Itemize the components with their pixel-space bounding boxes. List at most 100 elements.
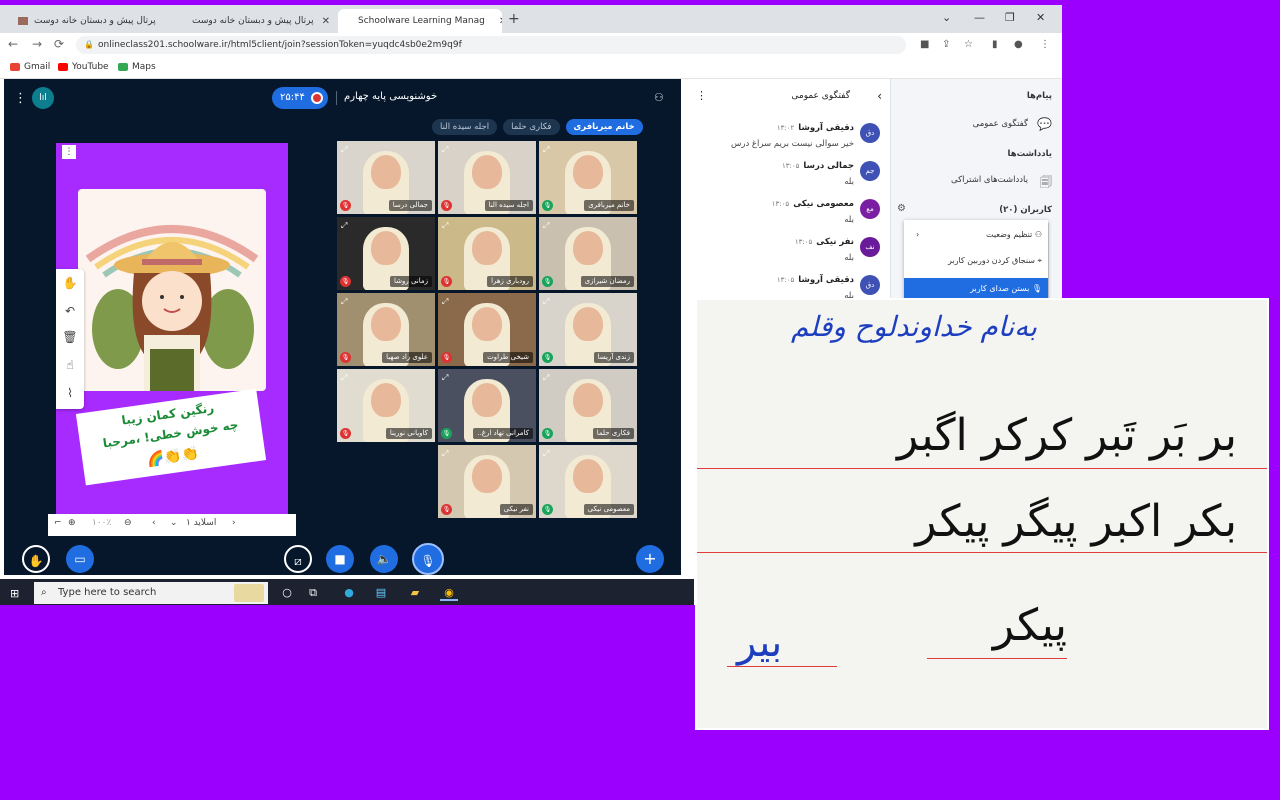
talker-badge[interactable]: خانم میربافری [565, 119, 643, 135]
fullscreen-icon[interactable]: ⤢ [341, 297, 347, 307]
fullscreen-icon[interactable]: ⤢ [543, 297, 549, 307]
bookmark-youtube[interactable]: YouTube [58, 62, 109, 72]
users-settings-gear-icon[interactable]: ⚙ [897, 203, 906, 214]
fullscreen-icon[interactable]: ⤢ [341, 221, 347, 231]
delete-icon[interactable]: 🗑 [62, 329, 78, 345]
pin-camera-item[interactable]: ⌖ سنجاق کردن دوربین کاربر [910, 250, 1042, 272]
webcam-tile[interactable]: ⤢ رودباری زهرا 🎙 [438, 217, 536, 290]
task-view-icon[interactable]: ⧉ [304, 585, 322, 601]
slide-options-icon[interactable]: ⋮ [62, 145, 76, 159]
bookmark-gmail[interactable]: Gmail [10, 62, 50, 72]
fullscreen-icon[interactable]: ⤢ [442, 373, 448, 383]
taskbar-search[interactable]: ⌕ Type here to search [34, 582, 268, 604]
close-tab-icon[interactable]: ✕ [322, 16, 330, 27]
edge-icon[interactable]: ● [340, 585, 358, 601]
fullscreen-icon[interactable]: ⤢ [341, 145, 347, 155]
url-field[interactable]: 🔒 onlineclass201.schoolware.ir/html5clie… [76, 36, 906, 54]
slide-select-chevron-icon[interactable]: ⌄ [170, 518, 178, 528]
person-face [371, 231, 401, 265]
raise-hand-button[interactable]: ✋ [22, 545, 50, 573]
reload-icon[interactable]: ⟳ [54, 37, 64, 51]
users-toggle-icon[interactable]: ⚇ [654, 91, 664, 104]
mail-app-icon[interactable]: ▤ [372, 585, 390, 601]
previous-slide-icon[interactable]: ‹ [152, 518, 156, 528]
fullscreen-icon[interactable]: ⤢ [442, 221, 448, 231]
tab-search-icon[interactable]: ⌄ [942, 11, 951, 24]
hide-presentation-button[interactable]: ⧄ [284, 545, 312, 573]
fullscreen-icon[interactable]: ⤢ [341, 373, 347, 383]
camera-in-use-icon[interactable]: ■ [920, 39, 929, 50]
webcam-tile[interactable]: ⤢ خانم میربافری 🎙 [539, 141, 637, 214]
chrome-menu-icon[interactable]: ⋮ [1040, 39, 1050, 50]
file-explorer-icon[interactable]: ▰ [406, 585, 424, 601]
slide-selector[interactable]: اسلاید ۱ [186, 518, 216, 528]
zoom-in-icon[interactable]: ⊕ [68, 518, 76, 528]
webcam-tile[interactable]: ⤢ اجله سیده النا 🎙 [438, 141, 536, 214]
webcam-tile[interactable]: ⤢ جمالی درسا 🎙 [337, 141, 435, 214]
fullscreen-icon[interactable]: ⤢ [543, 449, 549, 459]
camera-button[interactable]: ■ [326, 545, 354, 573]
talker-badge[interactable]: اجله سیده النا [432, 119, 498, 135]
public-chat-item[interactable]: 💬 گفتگوی عمومی [902, 113, 1052, 137]
minimize-button[interactable]: — [974, 11, 985, 24]
shared-notes-item[interactable]: 🗐 یادداشت‌های اشتراکی [902, 169, 1052, 193]
webcam-tile[interactable]: ⤢ کاویانی نورینا 🎙 [337, 369, 435, 442]
webcam-tile[interactable]: ⤢ زندی آریسا 🎙 [539, 293, 637, 366]
fullscreen-icon[interactable]: ⤢ [442, 297, 448, 307]
undo-icon[interactable]: ↶ [62, 303, 78, 319]
microphone-button[interactable]: 🎙 [412, 543, 444, 575]
webcam-tile[interactable]: ⤢ علوی راد صهبا 🎙 [337, 293, 435, 366]
person-face [573, 155, 603, 189]
webcam-tile[interactable]: ⤢ زمانی روشا 🎙 [337, 217, 435, 290]
fullscreen-icon[interactable]: ⤢ [543, 221, 549, 231]
profile-icon[interactable]: ● [1014, 39, 1023, 50]
person-face [472, 231, 502, 265]
windows-start-icon[interactable]: ⊞ [10, 587, 19, 600]
share-icon[interactable]: ⇪ [942, 39, 950, 50]
hand-tool-icon[interactable]: ✋ [62, 275, 78, 291]
webcam-tile[interactable]: ⤢ شیخی طراوت 🎙 [438, 293, 536, 366]
webcam-tile[interactable]: ⤢ معصومی نیکی 🎙 [539, 445, 637, 518]
options-menu-icon[interactable]: ⋮ [14, 91, 27, 106]
bookmark-star-icon[interactable]: ☆ [964, 39, 973, 50]
fullscreen-icon[interactable]: ⤢ [543, 373, 549, 383]
forward-icon[interactable]: → [32, 37, 42, 51]
actions-plus-button[interactable]: + [636, 545, 664, 573]
zoom-out-icon[interactable]: ⊖ [124, 518, 132, 528]
chevron-left-icon[interactable]: ‹ [877, 89, 882, 103]
message-time: ۱۳:۰۵ [776, 276, 795, 284]
recording-timer[interactable]: ۲۵:۴۴ [272, 87, 328, 109]
webcam-tile[interactable]: ⤢ فکاری حلما 🎙 [539, 369, 637, 442]
webcam-tile[interactable]: ⤢ نفر نیکی 🎙 [438, 445, 536, 518]
mute-user-item[interactable]: 🎙 بستن صدای کاربر [904, 278, 1048, 300]
talker-badge[interactable]: فکاری حلما [503, 119, 560, 135]
new-tab-button[interactable]: + [508, 11, 520, 27]
tab-2[interactable]: پرتال پیش و دبستان خانه دوست ✕ [172, 9, 338, 33]
chat-title: گفتگوی عمومی [791, 91, 850, 101]
participant-name: کاویانی نورینا [385, 428, 432, 439]
multi-user-whiteboard-icon[interactable]: ⌇ [62, 385, 78, 401]
restore-button[interactable]: ❐ [1005, 11, 1015, 24]
fullscreen-icon[interactable]: ⤢ [442, 145, 448, 155]
fullscreen-icon[interactable]: ⤢ [543, 145, 549, 155]
close-tab-icon[interactable]: ✕ [499, 16, 502, 27]
screen-share-button[interactable]: ▭ [66, 545, 94, 573]
webcam-tile[interactable]: ⤢ رمضان شیرازی 🎙 [539, 217, 637, 290]
collapse-icon[interactable]: ⌐ [54, 518, 62, 528]
cortana-icon[interactable]: ○ [278, 585, 296, 601]
close-window-button[interactable]: ✕ [1036, 11, 1045, 24]
tab-3-active[interactable]: Schoolware Learning Manag ✕ [338, 9, 502, 33]
side-panel-icon[interactable]: ▮ [992, 39, 998, 50]
tab-1[interactable]: پرتال پیش و دبستان خانه دوست [4, 9, 170, 33]
back-icon[interactable]: ← [8, 37, 18, 51]
chat-options-icon[interactable]: ⋮ [696, 89, 707, 102]
pan-tool-icon[interactable]: ☝ [62, 357, 78, 373]
next-slide-icon[interactable]: › [232, 518, 236, 528]
tab-title: Schoolware Learning Manag [358, 16, 485, 26]
webcam-tile[interactable]: ⤢ کامرانی نهاد ارغ.. 🎙 [438, 369, 536, 442]
set-status-item[interactable]: ⚇ تنظیم وضعیت ‹ [910, 224, 1042, 246]
bookmark-maps[interactable]: Maps [118, 62, 156, 72]
chrome-icon[interactable]: ◉ [440, 585, 458, 601]
fullscreen-icon[interactable]: ⤢ [442, 449, 448, 459]
audio-button[interactable]: 🔈 [370, 545, 398, 573]
